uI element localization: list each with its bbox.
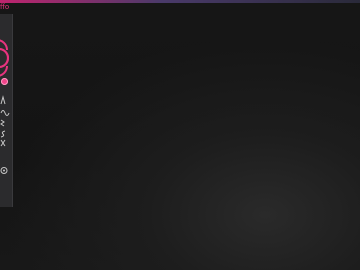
gear-icon[interactable] [0, 160, 9, 174]
wave-peak-icon[interactable] [0, 95, 11, 105]
wave-sine-icon[interactable] [0, 107, 11, 117]
wave-zigzag-icon[interactable] [0, 118, 11, 128]
cross-icon[interactable] [0, 138, 11, 148]
active-dot-indicator[interactable] [1, 78, 8, 85]
brand-label: ffo [0, 3, 10, 11]
top-accent-bar [0, 0, 360, 3]
tool-sidebar [0, 14, 13, 207]
app-window: ffo [0, 0, 360, 270]
pink-dial-icon[interactable] [0, 36, 10, 78]
